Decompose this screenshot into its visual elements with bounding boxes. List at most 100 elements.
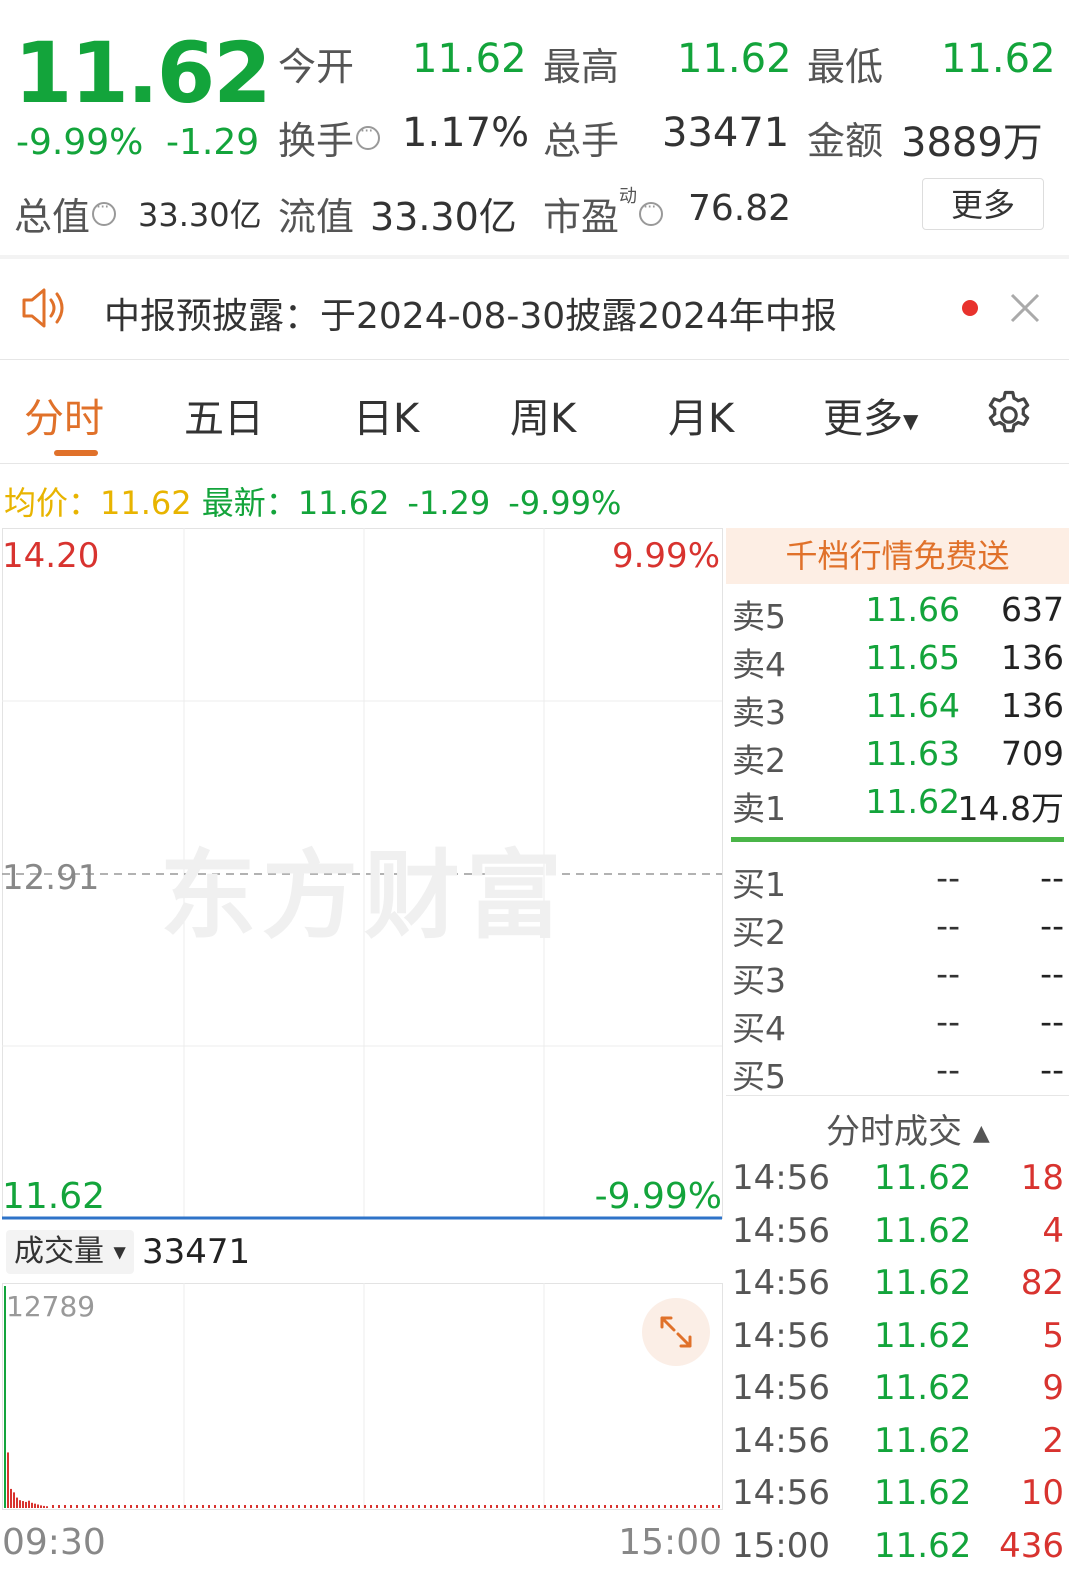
ask-volume: 136 bbox=[1001, 686, 1064, 725]
info-icon[interactable] bbox=[639, 197, 664, 226]
volume-bar bbox=[298, 1505, 300, 1508]
low-label: 最低 bbox=[807, 45, 884, 89]
more-button[interactable]: 更多 bbox=[922, 178, 1044, 230]
volume-bar bbox=[610, 1505, 612, 1508]
ask-price: 11.64 bbox=[865, 686, 960, 725]
volume-bar bbox=[352, 1505, 354, 1508]
volume-bar bbox=[250, 1505, 252, 1508]
volume-bar bbox=[172, 1505, 174, 1508]
volume-bar bbox=[136, 1505, 138, 1508]
open-value: 11.62 bbox=[412, 36, 527, 82]
volume-label: 总手 bbox=[543, 119, 620, 163]
latest-price-value: 11.62 bbox=[297, 484, 390, 522]
tab-daily-k[interactable]: 日K bbox=[353, 386, 419, 444]
volume-bar bbox=[196, 1505, 198, 1508]
close-icon[interactable] bbox=[1008, 291, 1042, 325]
tab-monthly-k[interactable]: 月K bbox=[668, 386, 734, 444]
bid-volume: -- bbox=[1040, 1002, 1064, 1041]
market-cap-value: 33.30亿 bbox=[138, 196, 262, 234]
volume-bar bbox=[274, 1505, 276, 1508]
volume-bar bbox=[88, 1505, 90, 1508]
bid-row: 买1 -- -- bbox=[732, 858, 1064, 906]
volume-bar bbox=[508, 1505, 510, 1508]
trade-row: 14:56 11.62 82 bbox=[732, 1263, 1064, 1315]
volume-bar bbox=[142, 1505, 144, 1508]
volume-bar bbox=[484, 1505, 486, 1508]
volume-bar bbox=[394, 1505, 396, 1508]
ask-row: 卖2 11.63 709 bbox=[732, 734, 1064, 782]
gear-icon[interactable] bbox=[982, 388, 1036, 442]
volume-bar bbox=[100, 1505, 102, 1508]
info-icon[interactable] bbox=[92, 197, 117, 226]
latest-price-label: 最新： bbox=[201, 484, 298, 522]
float-cap-label: 流值 bbox=[278, 195, 355, 239]
volume-bar bbox=[532, 1505, 534, 1508]
volume-bar bbox=[10, 1488, 12, 1508]
volume-bar bbox=[7, 1452, 9, 1508]
volume-bar bbox=[208, 1505, 210, 1508]
volume-bar bbox=[292, 1505, 294, 1508]
expand-icon[interactable] bbox=[642, 1298, 710, 1366]
volume-bar bbox=[286, 1505, 288, 1508]
volume-bar bbox=[616, 1505, 618, 1508]
level2-promo-banner[interactable]: 千档行情免费送 bbox=[726, 528, 1069, 584]
ask-row: 卖4 11.65 136 bbox=[732, 638, 1064, 686]
tab-more[interactable]: 更多▼ bbox=[823, 386, 918, 444]
y-axis-bottom-price: 11.62 bbox=[2, 1176, 106, 1217]
latest-change-value: -1.29 bbox=[407, 484, 491, 522]
tab-five-day[interactable]: 五日 bbox=[184, 386, 264, 444]
ask-price: 11.62 bbox=[865, 782, 960, 821]
bid-volume: -- bbox=[1040, 1050, 1064, 1089]
bid-price: -- bbox=[936, 1050, 960, 1089]
bid-volume: -- bbox=[1040, 858, 1064, 897]
bid-volume: -- bbox=[1040, 954, 1064, 993]
turnover-value: 1.17% bbox=[402, 110, 530, 156]
trade-price: 11.62 bbox=[874, 1525, 972, 1566]
volume-bar bbox=[622, 1505, 624, 1508]
x-axis-start: 09:30 bbox=[2, 1522, 106, 1563]
volume-bar bbox=[688, 1505, 690, 1508]
ask-volume: 14.8万 bbox=[957, 789, 1064, 828]
volume-max-label: 12789 bbox=[6, 1290, 96, 1323]
volume-bar bbox=[628, 1505, 630, 1508]
dropdown-triangle-icon: ▼ bbox=[113, 1242, 126, 1262]
notice-text[interactable]: 中报预披露：于2024-08-30披露2024年中报 bbox=[104, 287, 837, 339]
trade-time: 14:56 bbox=[732, 1263, 830, 1303]
turnover-label-text: 换手 bbox=[278, 119, 355, 163]
collapse-triangle-icon: ▲ bbox=[972, 1121, 990, 1146]
open-label: 今开 bbox=[278, 45, 355, 89]
volume-selector[interactable]: 成交量 ▼ bbox=[6, 1230, 134, 1274]
volume-bar bbox=[58, 1505, 60, 1508]
info-icon[interactable] bbox=[356, 121, 381, 150]
volume-bar bbox=[118, 1505, 120, 1508]
volume-bar bbox=[52, 1505, 54, 1508]
trade-price: 11.62 bbox=[874, 1368, 972, 1408]
pe-label: 市盈动 bbox=[543, 186, 664, 241]
trade-row: 15:00 11.62 436 bbox=[732, 1526, 1064, 1578]
trade-volume: 2 bbox=[1042, 1420, 1064, 1461]
tab-weekly-k[interactable]: 周K bbox=[510, 386, 576, 444]
volume-bar bbox=[670, 1505, 672, 1508]
trades-header[interactable]: 分时成交 ▲ bbox=[826, 1104, 990, 1153]
tab-intraday[interactable]: 分时 bbox=[24, 386, 104, 444]
y-axis-top-percent: 9.99% bbox=[611, 536, 720, 576]
volume-bar bbox=[634, 1505, 636, 1508]
price-chart[interactable]: 东方财富 14.20 9.99% 12.91 11.62 -9.99% 成交量 … bbox=[2, 528, 724, 1568]
volume-bar bbox=[490, 1505, 492, 1508]
trade-row: 14:56 11.62 2 bbox=[732, 1421, 1064, 1473]
ask-label: 卖1 bbox=[732, 789, 786, 828]
y-axis-bottom-percent: -9.99% bbox=[594, 1176, 722, 1217]
volume-bar bbox=[520, 1505, 522, 1508]
volume-bar bbox=[682, 1505, 684, 1508]
pe-value: 76.82 bbox=[688, 188, 792, 229]
amount-value: 3889万 bbox=[901, 120, 1043, 166]
trade-time: 14:56 bbox=[732, 1473, 830, 1513]
price-summary: 均价：11.62 最新：11.62 -1.29 -9.99% bbox=[4, 478, 621, 524]
market-cap-label-text: 总值 bbox=[14, 195, 91, 239]
trade-price: 11.62 bbox=[874, 1210, 972, 1251]
volume-bar bbox=[94, 1505, 96, 1508]
volume-bar bbox=[664, 1505, 666, 1508]
volume-bar bbox=[322, 1505, 324, 1508]
x-axis-end: 15:00 bbox=[618, 1522, 722, 1563]
bid-price: -- bbox=[936, 858, 960, 897]
